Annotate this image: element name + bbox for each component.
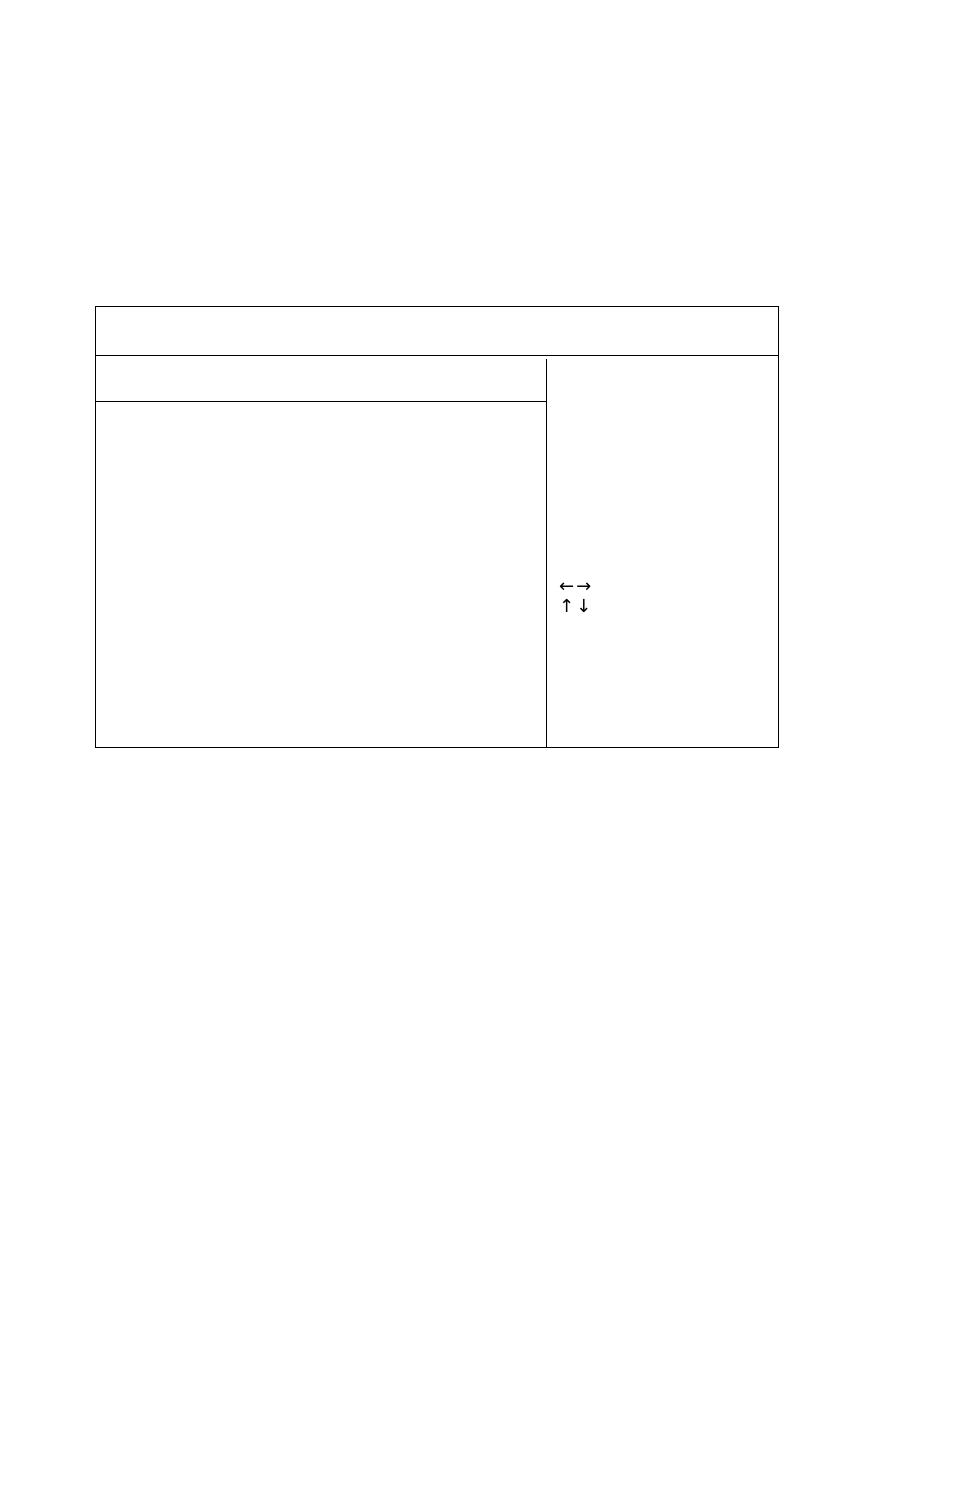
title-bar-bottom-line-1 [96, 355, 778, 356]
game-area-top-divider [96, 401, 546, 402]
arrow-left-icon: ← [559, 577, 576, 597]
arrow-right-icon: → [576, 577, 593, 597]
arrow-up-icon: ↑ [559, 597, 576, 617]
controls-legend: ←→ ↑↓ [559, 577, 619, 617]
game-window: ←→ ↑↓ [95, 306, 779, 748]
game-area[interactable] [96, 359, 546, 747]
side-panel: ←→ ↑↓ [547, 359, 778, 747]
arrow-down-icon: ↓ [576, 597, 593, 617]
title-bar [96, 307, 778, 355]
